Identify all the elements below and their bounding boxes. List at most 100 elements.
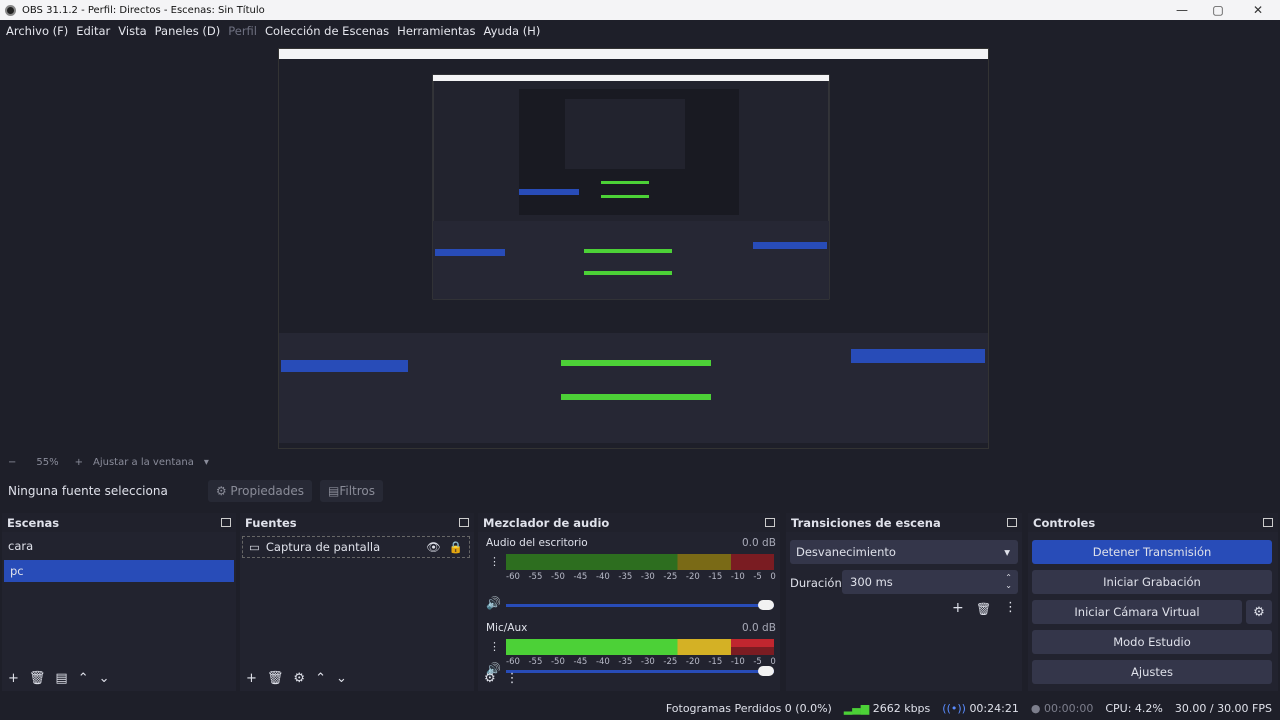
- kebab-icon[interactable]: ⋮: [1004, 600, 1017, 615]
- menu-archivo[interactable]: Archivo (F): [6, 24, 68, 38]
- start-recording-button[interactable]: Iniciar Grabación: [1032, 570, 1272, 594]
- zoom-fit-select[interactable]: Ajustar a la ventana: [93, 457, 194, 468]
- volume-slider[interactable]: [506, 604, 774, 607]
- channel-db: 0.0 dB: [742, 537, 776, 549]
- zoom-value: 55%: [36, 456, 59, 468]
- sources-header: Fuentes: [240, 513, 474, 532]
- menu-paneles[interactable]: Paneles (D): [155, 24, 221, 38]
- float-icon[interactable]: [1263, 518, 1273, 527]
- cpu-usage: CPU: 4.2%: [1105, 701, 1163, 715]
- audio-meter: [506, 647, 774, 655]
- gear-icon: ⚙: [215, 484, 227, 498]
- menu-vista[interactable]: Vista: [118, 24, 146, 38]
- program-preview[interactable]: [278, 48, 989, 449]
- filter-icon: ▤: [328, 484, 340, 498]
- speaker-icon[interactable]: 🔊: [486, 596, 501, 610]
- audio-meter: [506, 554, 774, 562]
- zoom-bar: − 55% + Ajustar a la ventana ▾: [0, 452, 1280, 472]
- broadcast-icon: ((•)): [942, 701, 966, 715]
- add-icon[interactable]: +: [952, 600, 964, 616]
- arrow-up-icon[interactable]: ⌃: [78, 671, 89, 686]
- add-icon[interactable]: +: [246, 671, 257, 686]
- menu-coleccion[interactable]: Colección de Escenas: [265, 24, 389, 38]
- kbps-value: 2662 kbps: [872, 701, 931, 715]
- trash-icon[interactable]: 🗑: [267, 671, 284, 686]
- float-icon[interactable]: [1007, 518, 1017, 527]
- menu-editar[interactable]: Editar: [76, 24, 110, 38]
- monitor-icon: ▭: [249, 540, 260, 554]
- sources-title: Fuentes: [245, 515, 297, 530]
- transition-type: Desvanecimiento: [796, 545, 896, 559]
- eye-icon[interactable]: 👁: [426, 540, 441, 554]
- chevron-down-icon[interactable]: ▾: [204, 457, 209, 468]
- controls-header: Controles: [1028, 513, 1278, 532]
- duration-value: 300 ms: [850, 575, 893, 589]
- title-bar: OBS 31.1.2 - Perfil: Directos - Escenas:…: [0, 0, 1280, 20]
- scenes-title: Escenas: [7, 515, 60, 530]
- tick-label: -50: [550, 572, 565, 582]
- tick-label: -25: [663, 572, 678, 582]
- menu-ayuda[interactable]: Ayuda (H): [484, 24, 541, 38]
- channel-name: Mic/Aux: [486, 622, 528, 634]
- kebab-icon[interactable]: ⋮: [489, 555, 500, 568]
- virtual-camera-button[interactable]: Iniciar Cámara Virtual: [1032, 600, 1242, 624]
- sources-list: ▭ Captura de pantalla 👁 🔒 + 🗑 ⚙ ⌃ ⌄: [240, 532, 474, 691]
- scene-item-pc[interactable]: pc: [4, 560, 234, 582]
- filters-button[interactable]: ▤Filtros: [320, 480, 384, 502]
- scenes-header: Escenas: [2, 513, 236, 532]
- transitions-dock: Transiciones de escena Desvanecimiento ▾…: [786, 513, 1022, 691]
- zoom-out-button[interactable]: −: [8, 457, 16, 468]
- tick-label: -10: [730, 572, 745, 582]
- arrow-down-icon[interactable]: ⌄: [336, 671, 347, 686]
- spinner-icon[interactable]: ⌃ ⌄: [1005, 574, 1012, 590]
- advanced-audio-icon[interactable]: ⚙: [484, 671, 496, 686]
- trash-icon[interactable]: 🗑: [29, 671, 46, 686]
- rec-time-value: 00:00:00: [1043, 701, 1094, 715]
- transitions-body: Desvanecimiento ▾ Duración 300 ms ⌃ ⌄ + 🗑…: [786, 532, 1022, 691]
- arrow-down-icon[interactable]: ⌄: [99, 671, 110, 686]
- float-icon[interactable]: [459, 518, 469, 527]
- menu-bar: Archivo (F) Editar Vista Paneles (D) Per…: [0, 20, 1280, 41]
- maximize-icon[interactable]: ▢: [1200, 0, 1236, 20]
- mixer-dock: Mezclador de audio Audio del escritorio …: [478, 513, 780, 691]
- menu-herramientas[interactable]: Herramientas: [397, 24, 475, 38]
- float-icon[interactable]: [221, 518, 231, 527]
- controls-title: Controles: [1033, 515, 1096, 530]
- filter-icon[interactable]: ▤: [55, 671, 67, 686]
- lock-icon[interactable]: 🔒: [449, 540, 463, 554]
- tick-label: -55: [528, 572, 543, 582]
- source-item[interactable]: ▭ Captura de pantalla 👁 🔒: [242, 536, 470, 558]
- trash-icon[interactable]: 🗑: [976, 602, 991, 616]
- gear-icon[interactable]: ⚙: [1246, 600, 1272, 624]
- minimize-icon[interactable]: —: [1164, 0, 1200, 20]
- sources-dock: Fuentes ▭ Captura de pantalla 👁 🔒 + 🗑 ⚙ …: [240, 513, 474, 691]
- record-icon: ●: [1030, 701, 1041, 715]
- arrow-up-icon[interactable]: ⌃: [315, 671, 326, 686]
- bitrate: ▂▄▆ 2662 kbps: [844, 702, 930, 715]
- settings-button[interactable]: Ajustes: [1032, 660, 1272, 684]
- kebab-icon[interactable]: ⋮: [506, 671, 519, 686]
- audio-meter: [506, 562, 774, 570]
- menu-perfil[interactable]: Perfil: [228, 24, 257, 38]
- controls-dock: Controles Detener Transmisión Iniciar Gr…: [1028, 513, 1278, 691]
- kebab-icon[interactable]: ⋮: [489, 640, 500, 653]
- add-icon[interactable]: +: [8, 671, 19, 686]
- scene-item-cara[interactable]: cara: [2, 535, 236, 557]
- dropped-frames: Fotogramas Perdidos 0 (0.0%): [665, 701, 832, 715]
- stop-stream-button[interactable]: Detener Transmisión: [1032, 540, 1272, 564]
- gear-icon[interactable]: ⚙: [293, 671, 305, 686]
- transitions-title: Transiciones de escena: [791, 515, 941, 530]
- volume-handle[interactable]: [758, 600, 774, 610]
- studio-mode-button[interactable]: Modo Estudio: [1032, 630, 1272, 654]
- properties-label: Propiedades: [230, 484, 305, 498]
- filters-label: Filtros: [339, 484, 376, 498]
- tick-label: -60: [506, 572, 520, 582]
- duration-input[interactable]: 300 ms ⌃ ⌄: [842, 570, 1018, 594]
- stream-time: ((•)) 00:24:21: [942, 702, 1019, 715]
- close-icon[interactable]: ✕: [1240, 0, 1276, 20]
- float-icon[interactable]: [765, 518, 775, 527]
- transition-select[interactable]: Desvanecimiento ▾: [790, 540, 1018, 564]
- properties-button[interactable]: ⚙ Propiedades: [207, 480, 313, 502]
- no-source-label: Ninguna fuente selecciona: [8, 484, 168, 498]
- zoom-in-button[interactable]: +: [75, 457, 83, 468]
